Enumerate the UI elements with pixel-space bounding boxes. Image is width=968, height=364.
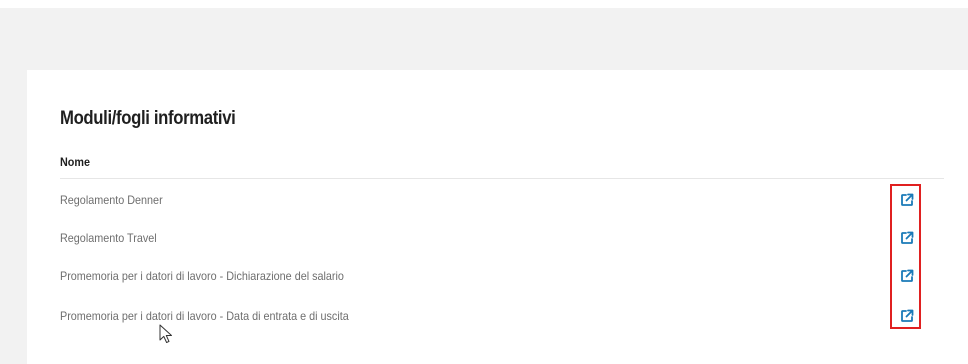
open-document-link[interactable] bbox=[898, 229, 916, 247]
mouse-cursor-icon bbox=[159, 324, 172, 343]
external-link-icon bbox=[901, 269, 914, 282]
header-divider bbox=[60, 178, 944, 179]
external-link-icon bbox=[901, 231, 914, 244]
document-label: Regolamento Travel bbox=[60, 231, 157, 245]
list-item: Regolamento Travel bbox=[60, 219, 944, 257]
open-document-link[interactable] bbox=[898, 191, 916, 209]
column-header-name: Nome bbox=[60, 155, 91, 169]
top-band bbox=[0, 0, 968, 8]
document-label: Promemoria per i datori di lavoro - Data… bbox=[60, 309, 349, 323]
open-document-link[interactable] bbox=[898, 307, 916, 325]
external-link-icon bbox=[901, 309, 914, 322]
document-label: Promemoria per i datori di lavoro - Dich… bbox=[60, 269, 344, 283]
list-item: Regolamento Denner bbox=[60, 181, 944, 219]
documents-card: Moduli/fogli informativi Nome Regolament… bbox=[27, 70, 968, 364]
open-document-link[interactable] bbox=[898, 267, 916, 285]
page: Moduli/fogli informativi Nome Regolament… bbox=[0, 0, 968, 364]
list-item: Promemoria per i datori di lavoro - Data… bbox=[60, 297, 944, 335]
list-item: Promemoria per i datori di lavoro - Dich… bbox=[60, 257, 944, 295]
section-title: Moduli/fogli informativi bbox=[60, 108, 236, 129]
document-label: Regolamento Denner bbox=[60, 193, 163, 207]
external-link-icon bbox=[901, 193, 914, 206]
